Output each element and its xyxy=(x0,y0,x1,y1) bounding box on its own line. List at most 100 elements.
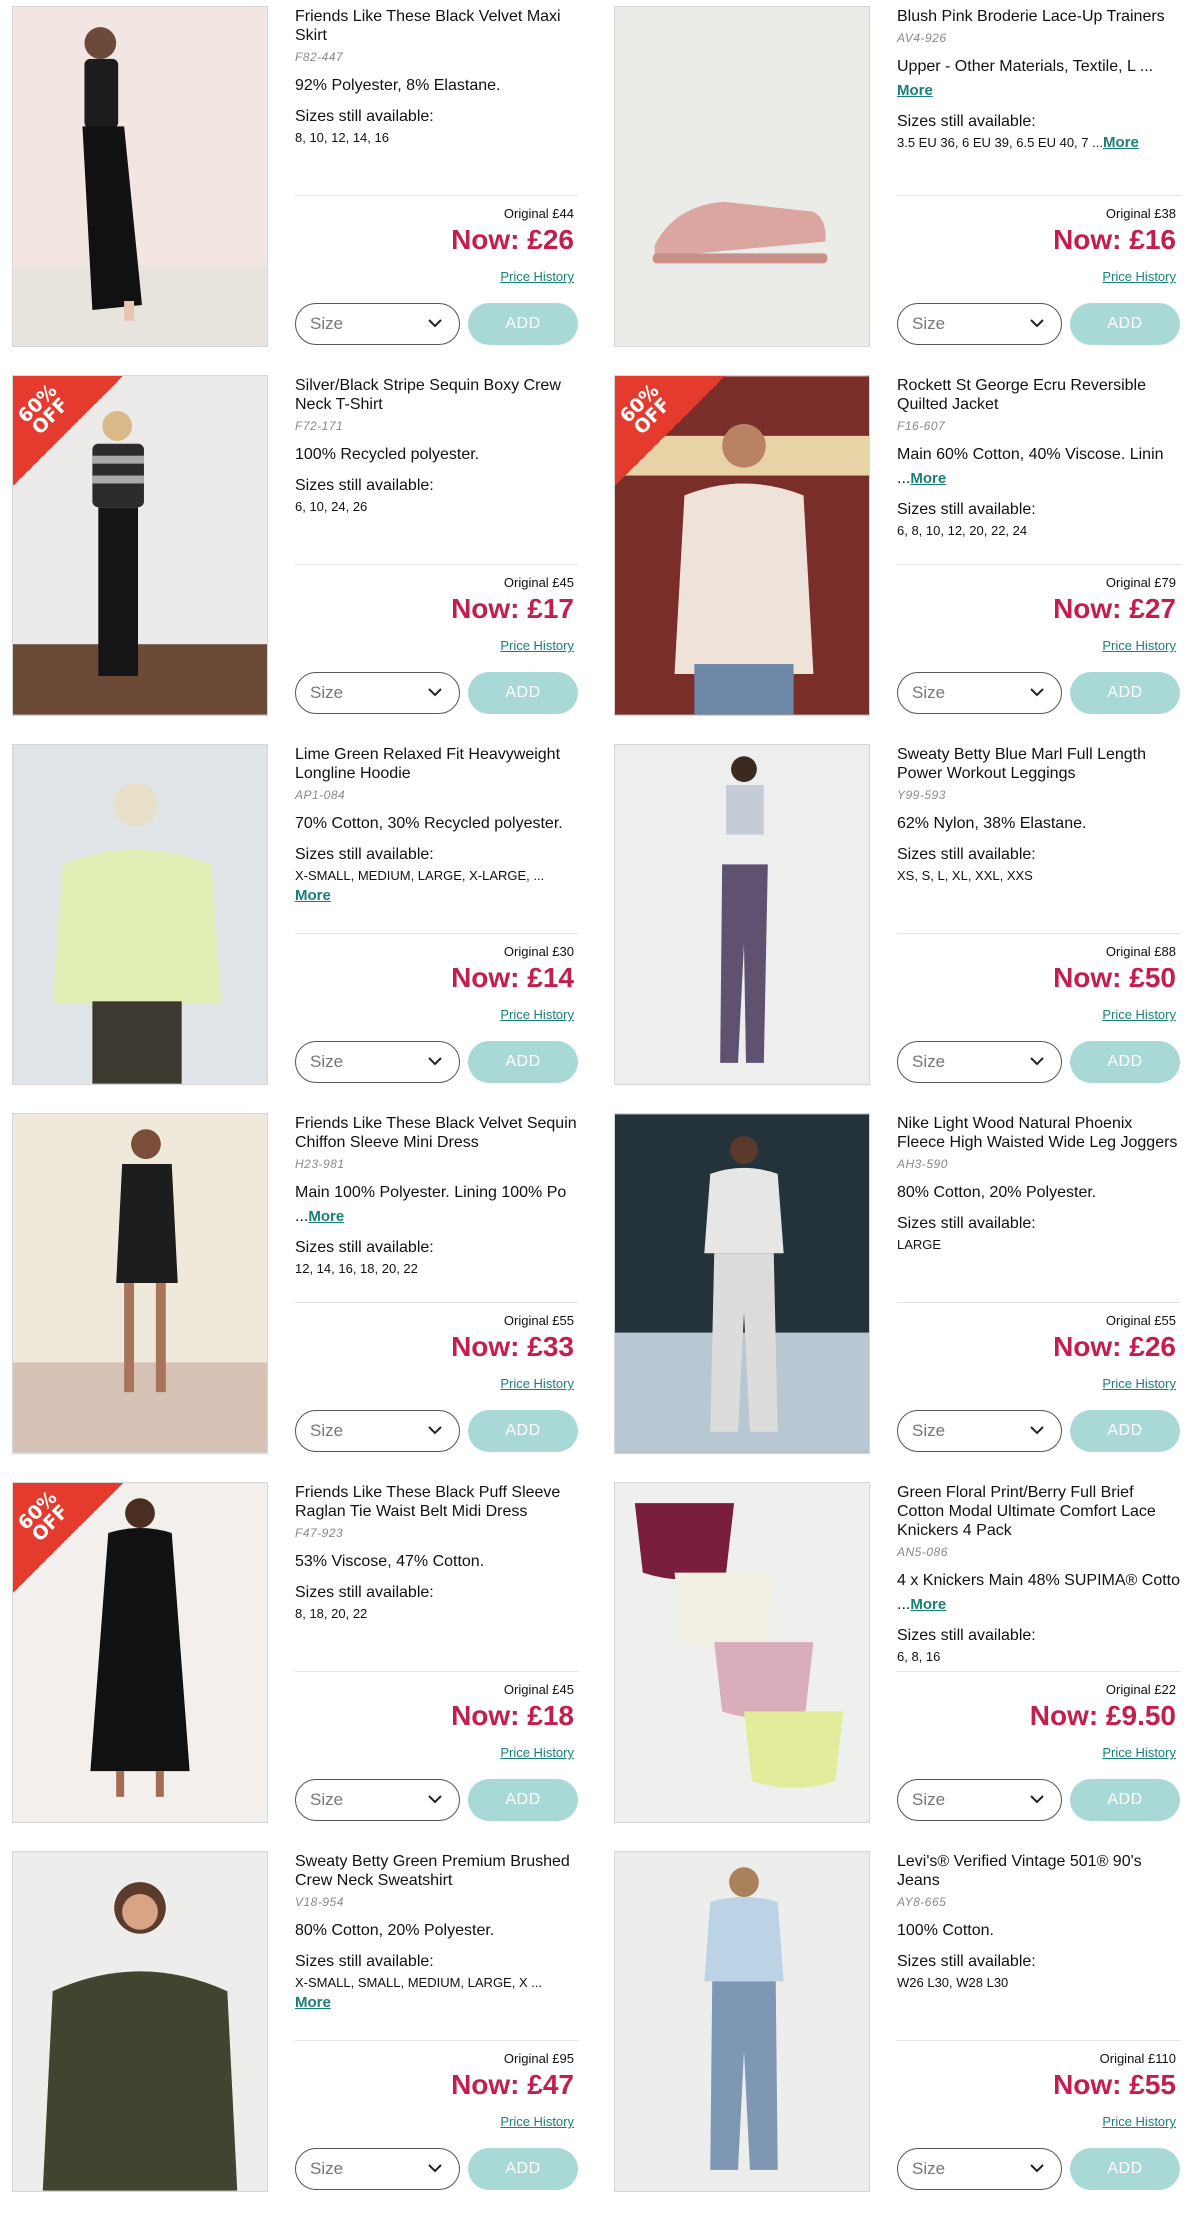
price-history-link[interactable]: Price History xyxy=(1102,2114,1176,2129)
product-image[interactable] xyxy=(614,1113,870,1454)
price-block: Original £30 Now: £14 Price History Size… xyxy=(295,933,578,1085)
product-title[interactable]: Lime Green Relaxed Fit Heavyweight Longl… xyxy=(295,745,578,783)
size-select[interactable]: Size xyxy=(295,303,460,345)
size-select[interactable]: Size xyxy=(295,2148,460,2190)
product-image[interactable] xyxy=(614,1851,870,2192)
size-select[interactable]: Size xyxy=(897,2148,1062,2190)
price-history-link[interactable]: Price History xyxy=(500,269,574,284)
discount-badge: 60% OFF xyxy=(615,376,725,486)
size-select[interactable]: Size xyxy=(295,672,460,714)
add-button[interactable]: ADD xyxy=(468,1410,578,1452)
sizes-list: 6, 10, 24, 26 xyxy=(295,497,578,517)
product-title[interactable]: Friends Like These Black Velvet Maxi Ski… xyxy=(295,7,578,45)
size-select[interactable]: Size xyxy=(295,1041,460,1083)
add-button[interactable]: ADD xyxy=(1070,1041,1180,1083)
sizes-label: Sizes still available: xyxy=(897,1953,1036,1970)
product-image[interactable] xyxy=(12,744,268,1085)
price-history-link[interactable]: Price History xyxy=(500,1745,574,1760)
sale-price: Now: £26 xyxy=(451,224,574,255)
product-image[interactable] xyxy=(614,6,870,347)
material-more-link[interactable]: More xyxy=(308,1208,344,1225)
price-history-link[interactable]: Price History xyxy=(1102,638,1176,653)
add-button[interactable]: ADD xyxy=(468,1779,578,1821)
product-card: Lime Green Relaxed Fit Heavyweight Longl… xyxy=(0,744,600,1113)
add-button[interactable]: ADD xyxy=(468,672,578,714)
sizes-label: Sizes still available: xyxy=(295,1584,434,1601)
size-select[interactable]: Size xyxy=(897,1041,1062,1083)
product-title[interactable]: Friends Like These Black Puff Sleeve Rag… xyxy=(295,1483,578,1521)
price-history-link[interactable]: Price History xyxy=(500,638,574,653)
sizes-text: 12, 14, 16, 18, 20, 22 xyxy=(295,1261,418,1276)
size-placeholder: Size xyxy=(310,2159,344,2178)
sizes-list: XS, S, L, XL, XXL, XXS xyxy=(897,866,1180,886)
sizes-more-link[interactable]: More xyxy=(1103,134,1139,151)
material-more-link[interactable]: More xyxy=(897,82,933,99)
chevron-down-icon xyxy=(428,1795,442,1804)
size-select[interactable]: Size xyxy=(295,1410,460,1452)
price-history-link[interactable]: Price History xyxy=(500,2114,574,2129)
price-history-link[interactable]: Price History xyxy=(1102,1007,1176,1022)
add-button[interactable]: ADD xyxy=(468,303,578,345)
chevron-down-icon xyxy=(428,319,442,328)
price-history-link[interactable]: Price History xyxy=(1102,1376,1176,1391)
size-select[interactable]: Size xyxy=(897,303,1062,345)
product-image[interactable]: 60% OFF xyxy=(12,1482,268,1823)
add-button[interactable]: ADD xyxy=(1070,1779,1180,1821)
size-select[interactable]: Size xyxy=(897,1779,1062,1821)
product-title[interactable]: Friends Like These Black Velvet Sequin C… xyxy=(295,1114,578,1152)
sizes-label: Sizes still available: xyxy=(897,501,1036,518)
product-title[interactable]: Nike Light Wood Natural Phoenix Fleece H… xyxy=(897,1114,1180,1152)
sale-price: Now: £33 xyxy=(451,1331,574,1362)
product-info: Friends Like These Black Velvet Maxi Ski… xyxy=(295,6,578,347)
product-image[interactable] xyxy=(614,1482,870,1823)
material-text: 100% Cotton. xyxy=(897,1922,994,1939)
product-material: 80% Cotton, 20% Polyester. xyxy=(295,1919,578,1943)
sale-price: Now: £17 xyxy=(451,593,574,624)
sizes-text: 3.5 EU 36, 6 EU 39, 6.5 EU 40, 7 ... xyxy=(897,135,1103,150)
sizes-more-link[interactable]: More xyxy=(295,887,331,904)
product-title[interactable]: Green Floral Print/Berry Full Brief Cott… xyxy=(897,1483,1180,1540)
add-button[interactable]: ADD xyxy=(1070,1410,1180,1452)
original-price: Original £44 xyxy=(503,206,574,221)
product-info: Levi's® Verified Vintage 501® 90's Jeans… xyxy=(897,1851,1180,2192)
product-image[interactable] xyxy=(12,1851,268,2192)
sale-price: Now: £50 xyxy=(1053,962,1176,993)
price-history-link[interactable]: Price History xyxy=(1102,1745,1176,1760)
discount-badge: 60% OFF xyxy=(13,376,123,486)
product-image[interactable] xyxy=(614,744,870,1085)
product-title[interactable]: Rockett St George Ecru Reversible Quilte… xyxy=(897,376,1180,414)
sizes-more-link[interactable]: More xyxy=(295,1994,331,2011)
size-placeholder: Size xyxy=(310,314,344,333)
product-info: Lime Green Relaxed Fit Heavyweight Longl… xyxy=(295,744,578,1085)
product-material: 80% Cotton, 20% Polyester. xyxy=(897,1181,1180,1205)
product-title[interactable]: Silver/Black Stripe Sequin Boxy Crew Nec… xyxy=(295,376,578,414)
add-button[interactable]: ADD xyxy=(468,1041,578,1083)
size-select[interactable]: Size xyxy=(897,1410,1062,1452)
original-price: Original £55 xyxy=(503,1313,574,1328)
chevron-down-icon xyxy=(1030,1795,1044,1804)
size-placeholder: Size xyxy=(310,1790,344,1809)
product-material: 4 x Knickers Main 48% SUPIMA® Cotto ...M… xyxy=(897,1569,1180,1617)
product-title[interactable]: Sweaty Betty Green Premium Brushed Crew … xyxy=(295,1852,578,1890)
product-image[interactable] xyxy=(12,1113,268,1454)
product-title[interactable]: Blush Pink Broderie Lace-Up Trainers xyxy=(897,7,1180,26)
price-block: Original £45 Now: £18 Price History Size… xyxy=(295,1671,578,1823)
material-more-link[interactable]: More xyxy=(910,470,946,487)
product-title[interactable]: Levi's® Verified Vintage 501® 90's Jeans xyxy=(897,1852,1180,1890)
size-select[interactable]: Size xyxy=(897,672,1062,714)
price-history-link[interactable]: Price History xyxy=(500,1007,574,1022)
product-image[interactable]: 60% OFF xyxy=(12,375,268,716)
material-more-link[interactable]: More xyxy=(910,1596,946,1613)
add-button[interactable]: ADD xyxy=(1070,303,1180,345)
price-history-link[interactable]: Price History xyxy=(1102,269,1176,284)
product-title[interactable]: Sweaty Betty Blue Marl Full Length Power… xyxy=(897,745,1180,783)
add-button[interactable]: ADD xyxy=(1070,672,1180,714)
product-image[interactable] xyxy=(12,6,268,347)
product-image[interactable]: 60% OFF xyxy=(614,375,870,716)
add-button[interactable]: ADD xyxy=(468,2148,578,2190)
add-button[interactable]: ADD xyxy=(1070,2148,1180,2190)
size-select[interactable]: Size xyxy=(295,1779,460,1821)
chevron-down-icon xyxy=(1030,1057,1044,1066)
price-history-link[interactable]: Price History xyxy=(500,1376,574,1391)
product-code: F82-447 xyxy=(295,50,344,64)
